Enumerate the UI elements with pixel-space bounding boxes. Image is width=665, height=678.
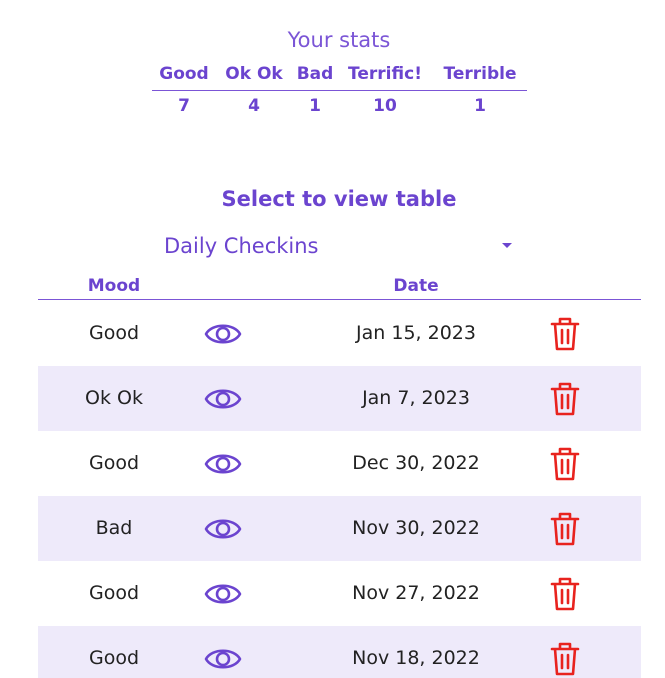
- stats-value-bad: 1: [309, 96, 321, 116]
- trash-icon[interactable]: [550, 576, 580, 612]
- page: Your stats Good Ok Ok Bad Terrific! Terr…: [0, 0, 665, 678]
- stats-value-ok-ok: 4: [248, 96, 260, 116]
- date-cell: Dec 30, 2022: [352, 452, 480, 474]
- trash-icon[interactable]: [550, 446, 580, 482]
- trash-icon[interactable]: [550, 316, 580, 352]
- table-row: Good Dec 30, 2022: [38, 431, 641, 496]
- date-cell: Nov 18, 2022: [352, 647, 480, 669]
- mood-cell: Good: [88, 647, 140, 669]
- eye-icon[interactable]: [204, 449, 242, 479]
- trash-icon[interactable]: [550, 641, 580, 677]
- table-row: Ok Ok Jan 7, 2023: [38, 366, 641, 431]
- stats-header-row: Good Ok Ok Bad Terrific! Terrible: [152, 62, 527, 86]
- date-cell: Nov 30, 2022: [352, 517, 480, 539]
- eye-icon[interactable]: [204, 579, 242, 609]
- checkins-table-body: Good Jan 15, 2023 Ok Ok Jan 7, 2023 Good…: [38, 301, 641, 678]
- date-cell: Jan 7, 2023: [362, 387, 470, 409]
- stats-value-terrific: 10: [373, 96, 397, 116]
- eye-icon[interactable]: [204, 319, 242, 349]
- mood-cell: Ok Ok: [85, 387, 143, 409]
- stats-header-bad: Bad: [296, 64, 334, 84]
- mood-cell: Good: [88, 582, 140, 604]
- stats-values-row: 7 4 1 10 1: [152, 94, 527, 118]
- column-header-date: Date: [393, 276, 439, 296]
- table-row: Bad Nov 30, 2022: [38, 496, 641, 561]
- caret-down-icon: [502, 243, 512, 248]
- eye-icon[interactable]: [204, 644, 242, 674]
- column-header-mood: Mood: [87, 276, 141, 296]
- trash-icon[interactable]: [550, 381, 580, 417]
- stats-header-good: Good: [159, 64, 209, 84]
- table-header-divider: [38, 299, 641, 300]
- select-value: Daily Checkins: [164, 234, 319, 258]
- date-cell: Jan 15, 2023: [356, 322, 476, 344]
- table-header: Mood Date: [38, 272, 641, 300]
- mood-cell: Bad: [95, 517, 133, 539]
- select-heading: Select to view table: [221, 187, 457, 211]
- trash-icon[interactable]: [550, 511, 580, 547]
- table-type-select[interactable]: Daily Checkins: [164, 228, 520, 264]
- eye-icon[interactable]: [204, 514, 242, 544]
- date-cell: Nov 27, 2022: [352, 582, 480, 604]
- stats-header-terrific: Terrific!: [348, 64, 422, 84]
- stats-title: Your stats: [287, 28, 391, 52]
- mood-cell: Good: [88, 322, 140, 344]
- stats-value-good: 7: [178, 96, 190, 116]
- stats-header-ok-ok: Ok Ok: [225, 64, 283, 84]
- table-row: Good Nov 18, 2022: [38, 626, 641, 678]
- stats-divider: [152, 90, 527, 91]
- stats-table: Good Ok Ok Bad Terrific! Terrible 7 4 1 …: [152, 62, 527, 118]
- stats-header-terrible: Terrible: [443, 64, 517, 84]
- stats-value-terrible: 1: [474, 96, 486, 116]
- eye-icon[interactable]: [204, 384, 242, 414]
- table-row: Good Jan 15, 2023: [38, 301, 641, 366]
- table-row: Good Nov 27, 2022: [38, 561, 641, 626]
- mood-cell: Good: [88, 452, 140, 474]
